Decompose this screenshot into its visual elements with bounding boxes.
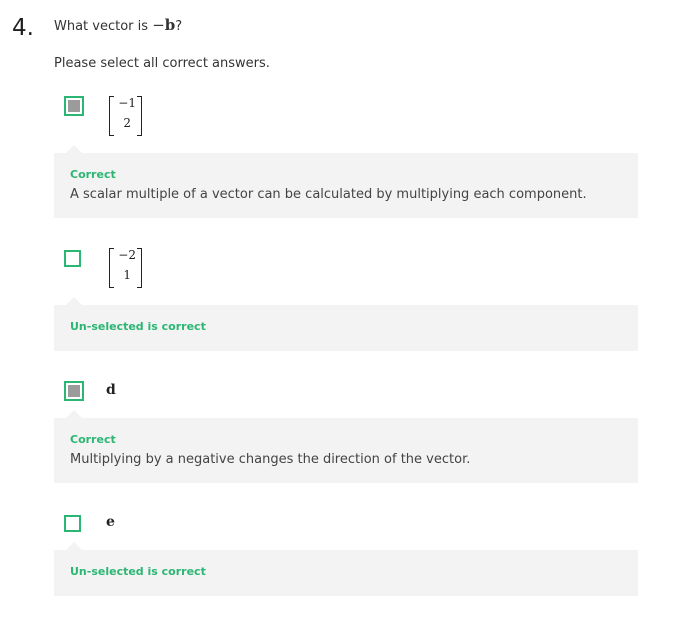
option-3-feedback: Correct Multiplying by a negative change… xyxy=(54,410,638,483)
option-1-matrix: −1 2 xyxy=(109,96,142,136)
vector-b: b xyxy=(164,16,176,34)
option-2-matrix: −2 1 xyxy=(109,248,142,288)
option-1-feedback: Correct A scalar multiple of a vector ca… xyxy=(54,145,638,218)
option-4-vector-label: e xyxy=(106,514,115,530)
matrix-row-1: −2 xyxy=(118,248,136,262)
question-text-suffix: ? xyxy=(175,19,183,34)
feedback-text: A scalar multiple of a vector can be cal… xyxy=(70,187,587,202)
option-3-checkbox[interactable] xyxy=(64,381,84,401)
option-3-vector-label: d xyxy=(106,382,116,398)
option-4-checkbox[interactable] xyxy=(64,515,81,532)
option-4-feedback: Un-selected is correct xyxy=(54,542,638,596)
matrix-bracket-right xyxy=(137,96,142,136)
matrix-row-1: −1 xyxy=(118,96,136,110)
feedback-title: Correct xyxy=(70,168,116,181)
feedback-title: Un-selected is correct xyxy=(70,320,206,333)
option-1-checkbox[interactable] xyxy=(64,96,84,116)
question-math: −b xyxy=(152,16,175,34)
matrix-row-2: 1 xyxy=(123,268,131,282)
question-text-prefix: What vector is xyxy=(54,19,153,34)
option-2-checkbox[interactable] xyxy=(64,250,81,267)
matrix-bracket-left xyxy=(109,248,114,288)
matrix-bracket-right xyxy=(137,248,142,288)
feedback-text: Multiplying by a negative changes the di… xyxy=(70,452,471,467)
matrix-bracket-left xyxy=(109,96,114,136)
feedback-title: Correct xyxy=(70,433,116,446)
instruction-text: Please select all correct answers. xyxy=(54,56,270,71)
minus-sign: − xyxy=(152,16,165,34)
feedback-title: Un-selected is correct xyxy=(70,565,206,578)
option-2-feedback: Un-selected is correct xyxy=(54,297,638,351)
question-text: What vector is −b? xyxy=(54,16,182,34)
matrix-row-2: 2 xyxy=(123,116,131,130)
question-number: 4. xyxy=(12,15,34,41)
